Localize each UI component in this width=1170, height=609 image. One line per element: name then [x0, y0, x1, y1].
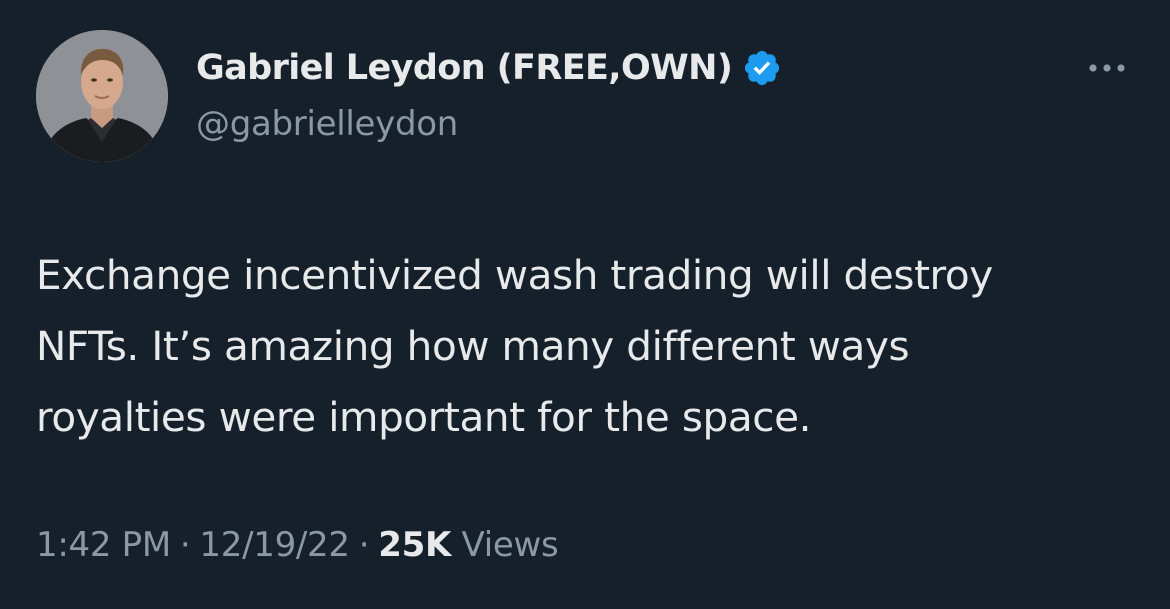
author-display-name[interactable]: Gabriel Leydon (FREE,OWN) — [196, 46, 733, 90]
tweet-text-line: royalties were important for the space. — [36, 393, 812, 441]
avatar-image — [36, 30, 168, 162]
more-horizontal-icon[interactable] — [1084, 56, 1130, 80]
tweet-meta: 1:42 PM · 12/19/22 · 25K Views — [36, 522, 559, 568]
verified-badge-icon — [742, 48, 782, 88]
author-name-row: Gabriel Leydon (FREE,OWN) — [196, 46, 782, 90]
views-count[interactable]: 25K — [378, 525, 451, 565]
tweet-text-line: Exchange incentivized wash trading will … — [36, 251, 993, 299]
tweet-date[interactable]: 12/19/22 — [199, 525, 350, 565]
tweet-card: Gabriel Leydon (FREE,OWN) @gabrielleydon… — [0, 0, 1170, 609]
meta-separator: · — [179, 525, 191, 565]
tweet-text: Exchange incentivized wash trading will … — [36, 240, 1146, 453]
avatar[interactable] — [36, 30, 168, 162]
views-label: Views — [461, 525, 559, 565]
tweet-text-line: NFTs. It’s amazing how many different wa… — [36, 322, 910, 370]
meta-separator: · — [358, 525, 370, 565]
author-handle[interactable]: @gabrielleydon — [196, 102, 458, 146]
tweet-time[interactable]: 1:42 PM — [36, 525, 171, 565]
